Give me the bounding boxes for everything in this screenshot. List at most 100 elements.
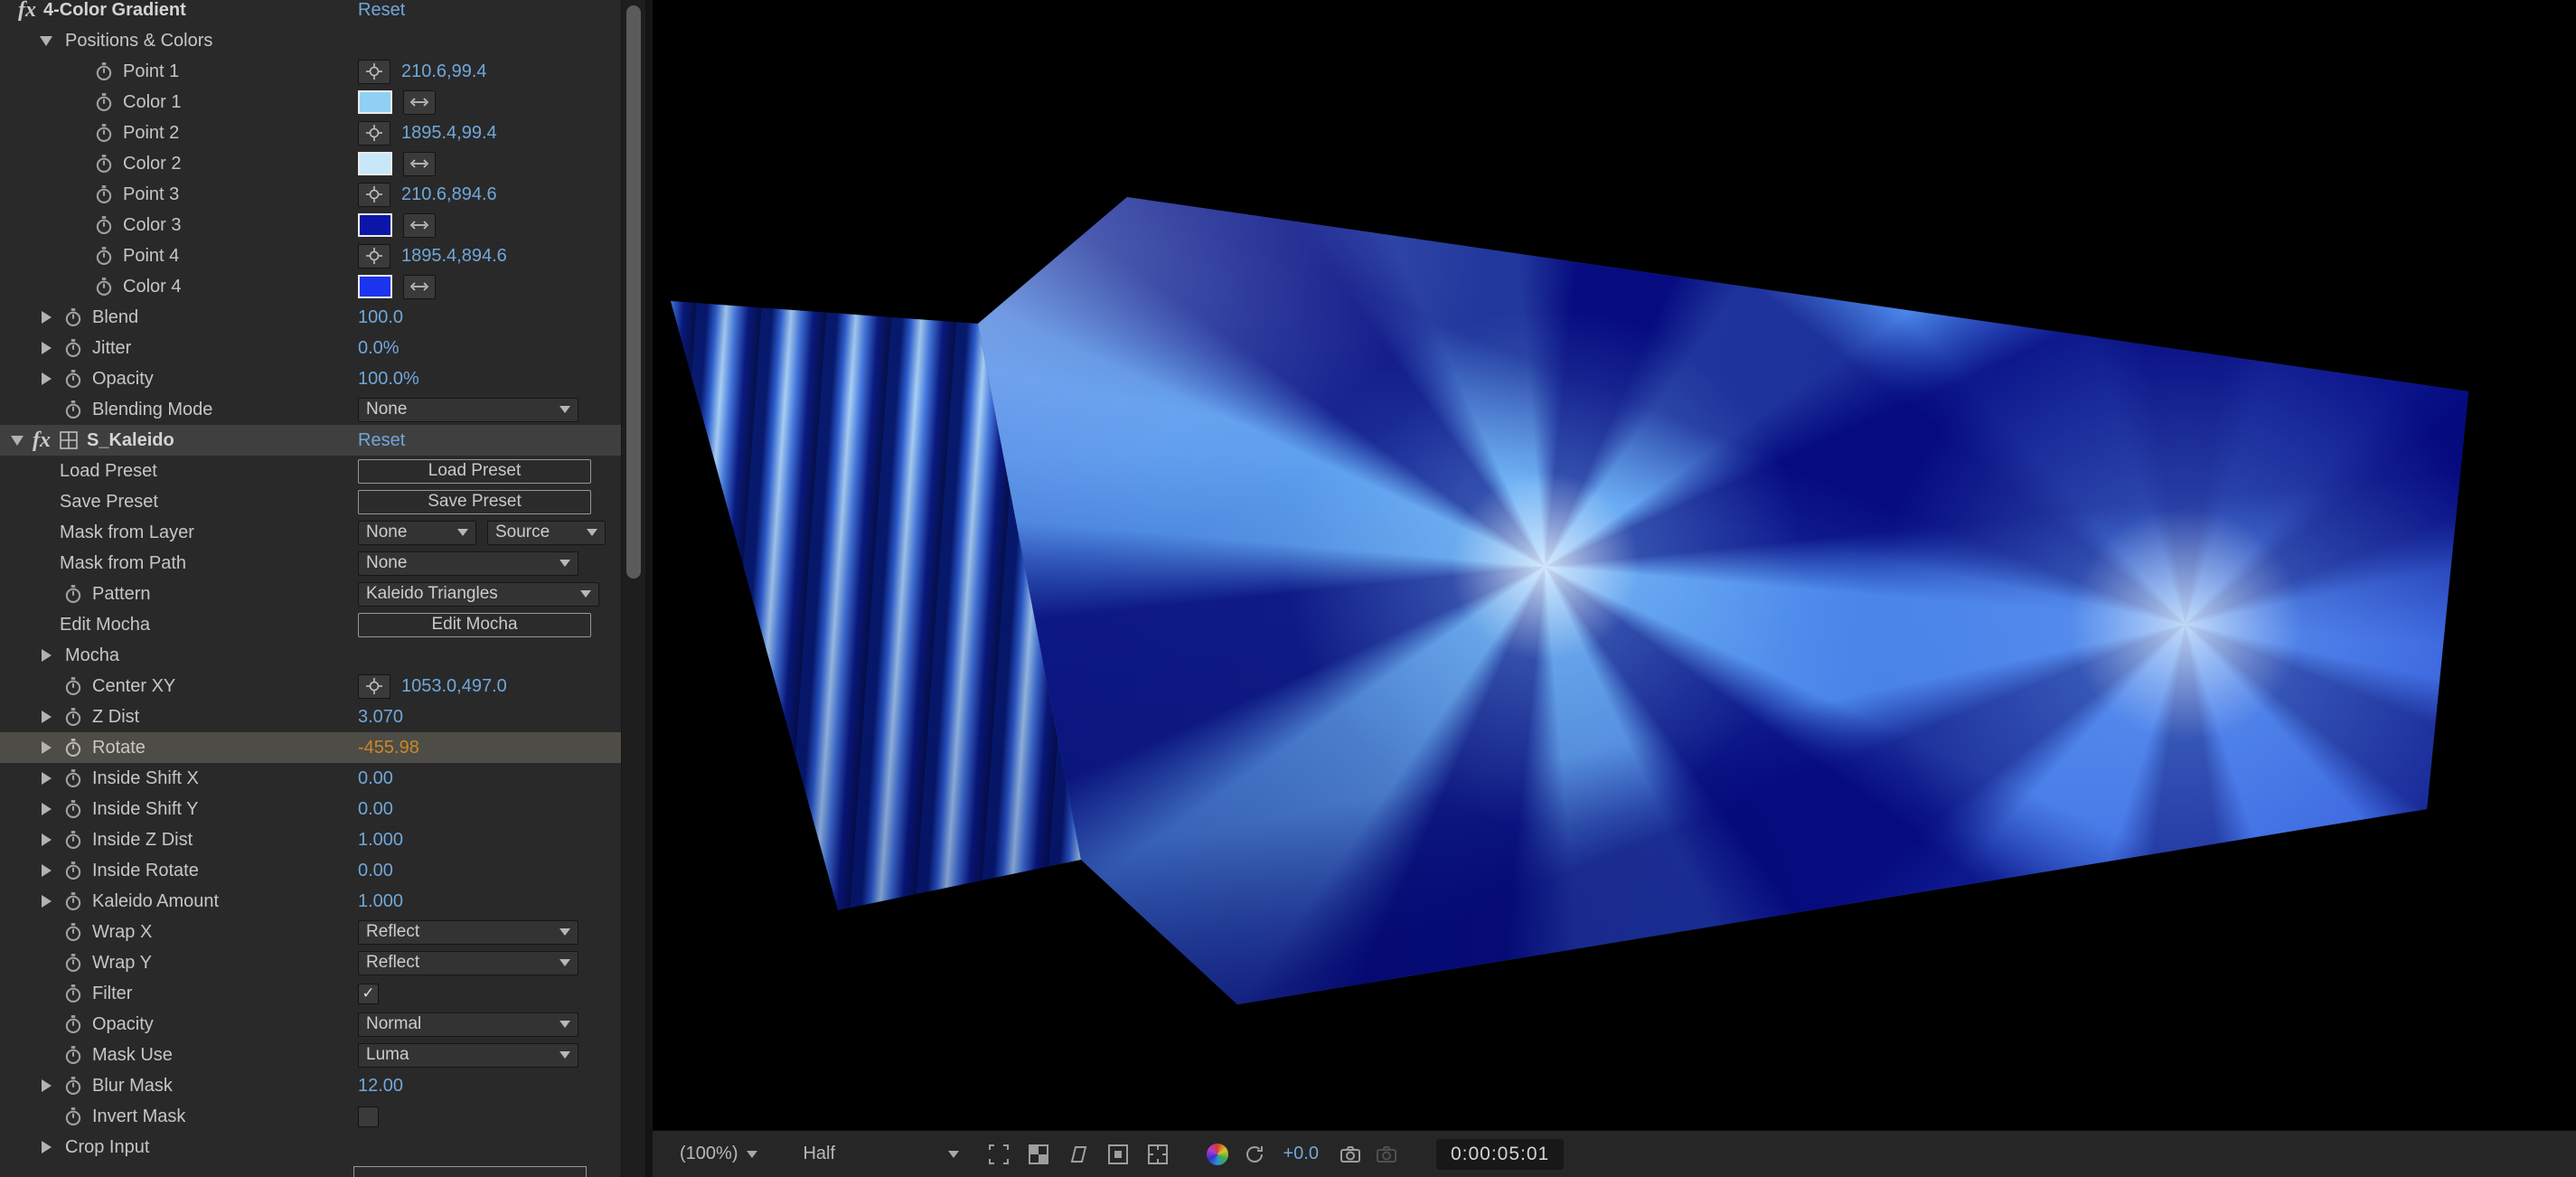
edit-mocha-button[interactable]: Edit Mocha — [358, 613, 591, 637]
group-positions-colors[interactable]: Positions & Colors — [0, 25, 621, 56]
stopwatch-icon[interactable] — [90, 92, 118, 112]
param-value[interactable]: 1.000 — [358, 891, 403, 912]
chevron-collapsed-icon[interactable] — [33, 772, 60, 785]
chevron-collapsed-icon[interactable] — [33, 833, 60, 846]
stopwatch-icon[interactable] — [60, 984, 87, 1003]
load-preset-button[interactable]: Load Preset — [358, 459, 591, 484]
row-edit-mocha[interactable]: Edit Mocha Edit Mocha — [0, 609, 621, 640]
row-blur-mask[interactable]: Blur Mask 12.00 — [0, 1070, 621, 1101]
row-mask-from-layer[interactable]: Mask from Layer None Source — [0, 517, 621, 548]
resolution-dropdown[interactable]: Half — [803, 1144, 959, 1164]
color-picker-icon[interactable] — [403, 213, 436, 238]
row-jitter[interactable]: Jitter 0.0% — [0, 333, 621, 363]
row-load-preset[interactable]: Load Preset Load Preset — [0, 456, 621, 486]
blending-mode-dropdown[interactable]: None — [358, 398, 578, 422]
group-crop-input[interactable]: Crop Input — [0, 1132, 621, 1163]
partially-visible-button[interactable] — [353, 1166, 587, 1177]
param-value[interactable]: 210.6,894.6 — [401, 184, 497, 205]
stopwatch-icon[interactable] — [60, 738, 87, 758]
wrap-y-dropdown[interactable]: Reflect — [358, 951, 578, 975]
param-value[interactable]: 12.00 — [358, 1076, 403, 1097]
color-picker-icon[interactable] — [403, 275, 436, 299]
param-value[interactable]: 0.00 — [358, 861, 393, 881]
region-of-interest-icon[interactable] — [987, 1143, 1011, 1166]
show-snapshot-icon[interactable] — [1375, 1143, 1398, 1166]
row-point-2[interactable]: Point 2 1895.4,99.4 — [0, 118, 621, 148]
reset-link[interactable]: Reset — [358, 0, 405, 21]
param-value[interactable]: -455.98 — [358, 738, 419, 758]
filter-checkbox-checked[interactable]: ✓ — [358, 984, 379, 1004]
effect-header-4-color-gradient[interactable]: fx 4-Color Gradient Reset — [0, 0, 621, 25]
stopwatch-icon[interactable] — [60, 953, 87, 973]
stopwatch-icon[interactable] — [90, 215, 118, 235]
stopwatch-icon[interactable] — [60, 861, 87, 880]
stopwatch-icon[interactable] — [60, 830, 87, 850]
row-blending-mode[interactable]: Blending Mode None — [0, 394, 621, 425]
color-swatch[interactable] — [358, 275, 392, 298]
row-blend[interactable]: Blend 100.0 — [0, 302, 621, 333]
stopwatch-icon[interactable] — [60, 707, 87, 727]
transparency-grid-icon[interactable] — [1027, 1143, 1050, 1166]
row-filter[interactable]: Filter ✓ — [0, 978, 621, 1009]
row-color-1[interactable]: Color 1 — [0, 87, 621, 118]
row-mask-use[interactable]: Mask Use Luma — [0, 1040, 621, 1070]
chevron-collapsed-icon[interactable] — [33, 895, 60, 908]
row-color-4[interactable]: Color 4 — [0, 271, 621, 302]
param-value[interactable]: 1053.0,497.0 — [401, 676, 507, 697]
invert-mask-checkbox-unchecked[interactable] — [358, 1106, 379, 1127]
row-inside-shift-y[interactable]: Inside Shift Y 0.00 — [0, 794, 621, 824]
stopwatch-icon[interactable] — [60, 1076, 87, 1096]
chevron-collapsed-icon[interactable] — [33, 342, 60, 354]
param-value[interactable]: 100.0% — [358, 369, 419, 390]
stopwatch-icon[interactable] — [60, 369, 87, 389]
stopwatch-icon[interactable] — [60, 1014, 87, 1034]
mask-visibility-icon[interactable] — [1067, 1143, 1090, 1166]
stopwatch-icon[interactable] — [60, 338, 87, 358]
guides-icon[interactable] — [1106, 1143, 1130, 1166]
wrap-x-dropdown[interactable]: Reflect — [358, 920, 578, 945]
stopwatch-icon[interactable] — [90, 61, 118, 81]
crosshair-icon[interactable] — [358, 183, 390, 207]
crosshair-icon[interactable] — [358, 674, 390, 699]
param-value[interactable]: 1895.4,894.6 — [401, 246, 507, 267]
crosshair-icon[interactable] — [358, 244, 390, 268]
crosshair-icon[interactable] — [358, 121, 390, 146]
stopwatch-icon[interactable] — [90, 154, 118, 174]
stopwatch-icon[interactable] — [60, 676, 87, 696]
chevron-collapsed-icon[interactable] — [33, 649, 60, 662]
color-picker-icon[interactable] — [403, 152, 436, 176]
crosshair-icon[interactable] — [358, 60, 390, 84]
row-point-1[interactable]: Point 1 210.6,99.4 — [0, 56, 621, 87]
exposure-value[interactable]: +0.0 — [1283, 1144, 1318, 1164]
chevron-collapsed-icon[interactable] — [33, 711, 60, 723]
param-value[interactable]: 1.000 — [358, 830, 403, 851]
channels-icon[interactable] — [1207, 1144, 1228, 1165]
row-wrap-y[interactable]: Wrap Y Reflect — [0, 947, 621, 978]
composition-viewport[interactable] — [653, 0, 2576, 1131]
group-mocha[interactable]: Mocha — [0, 640, 621, 671]
color-swatch[interactable] — [358, 152, 392, 175]
scrollbar-thumb[interactable] — [626, 5, 641, 579]
magnification-dropdown[interactable]: (100%) — [680, 1144, 757, 1164]
mask-source-dropdown[interactable]: Source — [487, 521, 606, 545]
row-color-3[interactable]: Color 3 — [0, 210, 621, 240]
color-picker-icon[interactable] — [403, 90, 436, 115]
chevron-collapsed-icon[interactable] — [33, 864, 60, 877]
row-z-dist[interactable]: Z Dist 3.070 — [0, 701, 621, 732]
stopwatch-icon[interactable] — [90, 277, 118, 297]
chevron-collapsed-icon[interactable] — [33, 311, 60, 324]
row-wrap-x[interactable]: Wrap X Reflect — [0, 917, 621, 947]
row-inside-rotate[interactable]: Inside Rotate 0.00 — [0, 855, 621, 886]
stopwatch-icon[interactable] — [90, 246, 118, 266]
row-opacity-gradient[interactable]: Opacity 100.0% — [0, 363, 621, 394]
grid-icon[interactable] — [1146, 1143, 1170, 1166]
param-value[interactable]: 100.0 — [358, 307, 403, 328]
param-value[interactable]: 210.6,99.4 — [401, 61, 487, 82]
row-inside-z-dist[interactable]: Inside Z Dist 1.000 — [0, 824, 621, 855]
reset-exposure-icon[interactable] — [1243, 1143, 1266, 1166]
param-value[interactable]: 0.00 — [358, 799, 393, 820]
reset-link[interactable]: Reset — [358, 430, 405, 451]
row-mask-from-path[interactable]: Mask from Path None — [0, 548, 621, 579]
param-value[interactable]: 1895.4,99.4 — [401, 123, 497, 144]
row-save-preset[interactable]: Save Preset Save Preset — [0, 486, 621, 517]
